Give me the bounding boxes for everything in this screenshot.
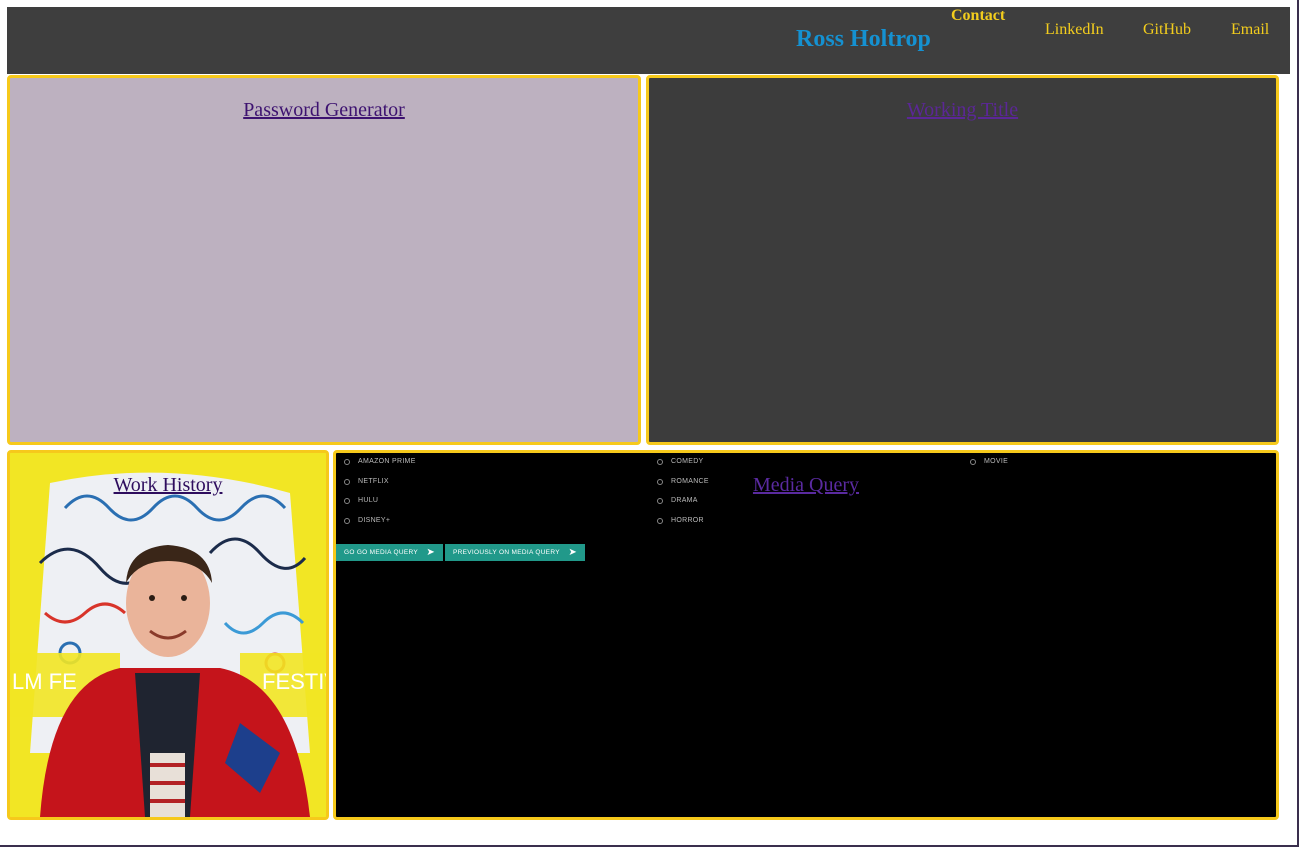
svg-text:FESTIV: FESTIV (262, 669, 326, 694)
password-generator-card[interactable]: Password Generator (7, 75, 641, 445)
send-arrow-icon: ➤ (568, 547, 577, 558)
radio-icon (344, 497, 350, 504)
github-link[interactable]: GitHub (1143, 21, 1191, 39)
work-history-card[interactable]: LM FE FESTIV Work History (7, 450, 329, 820)
portrait-photo: LM FE FESTIV (10, 453, 326, 817)
radio-icon (657, 497, 663, 504)
option-amazon-prime: AMAZON PRIME (344, 458, 416, 465)
media-query-card[interactable]: AMAZON PRIME NETFLIX HULU DISNEY+ COMEDY… (333, 450, 1279, 820)
option-horror: HORROR (657, 517, 704, 524)
work-history-link[interactable]: Work History (10, 474, 326, 497)
working-title-card[interactable]: Working Title (646, 75, 1279, 445)
contact-heading: Contact (951, 7, 1006, 24)
radio-icon (344, 458, 350, 465)
option-disney-plus: DISNEY+ (344, 517, 390, 524)
email-link[interactable]: Email (1231, 21, 1269, 39)
option-drama: DRAMA (657, 497, 698, 504)
previously-media-query-button: PREVIOUSLY ON MEDIA QUERY ➤ (445, 544, 585, 561)
option-comedy: COMEDY (657, 458, 704, 465)
linkedin-link[interactable]: LinkedIn (1045, 21, 1104, 39)
send-arrow-icon: ➤ (426, 547, 435, 558)
option-movie: MOVIE (970, 458, 1008, 465)
radio-icon (657, 458, 663, 465)
go-media-query-button: GO GO MEDIA QUERY ➤ (336, 544, 443, 561)
password-generator-link[interactable]: Password Generator (10, 99, 638, 122)
radio-icon (344, 517, 350, 524)
radio-icon (657, 517, 663, 524)
site-header: Ross Holtrop Contact LinkedIn GitHub Ema… (7, 7, 1290, 74)
working-title-link[interactable]: Working Title (649, 99, 1276, 122)
radio-icon (970, 458, 976, 465)
site-title: Ross Holtrop (796, 26, 931, 52)
media-query-link[interactable]: Media Query (336, 474, 1276, 497)
svg-text:LM FE: LM FE (12, 669, 77, 694)
option-hulu: HULU (344, 497, 378, 504)
